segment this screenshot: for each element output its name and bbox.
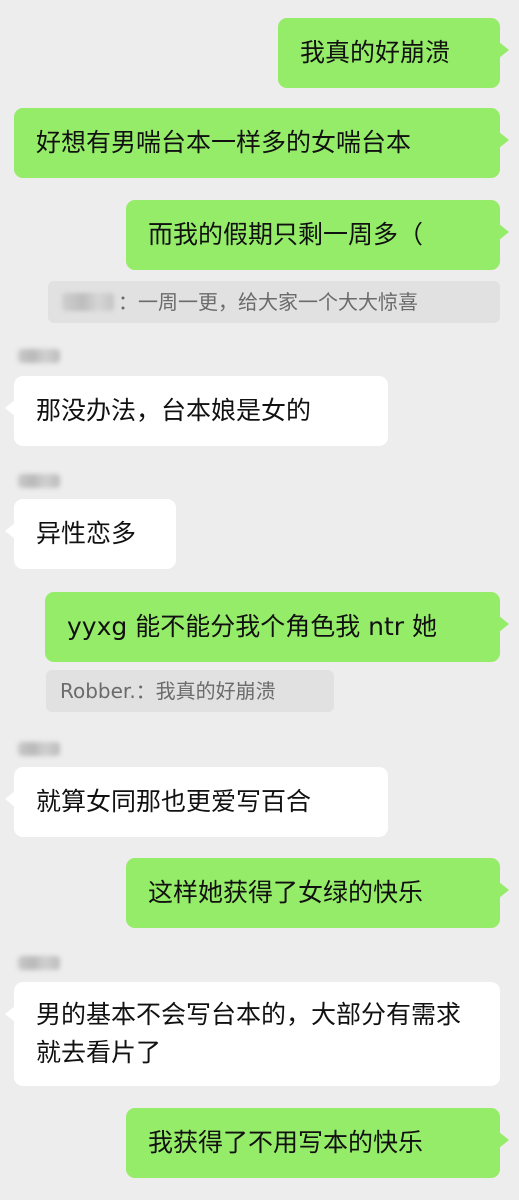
quoted-message[interactable]: Robber.：我真的好崩溃 [46, 670, 334, 712]
quoted-text: Robber.：我真的好崩溃 [60, 679, 276, 703]
message-bubble-outgoing[interactable]: yyxg 能不能分我个角色我 ntr 她 [45, 592, 509, 662]
sender-name-redacted [18, 474, 60, 488]
quoted-message[interactable]: ：一周一更，给大家一个大大惊喜 [48, 281, 500, 323]
message-text: 男的基本不会写台本的，大部分有需求就去看片了 [36, 1000, 462, 1067]
message-text: 就算女同那也更爱写百合 [36, 787, 312, 816]
message-bubble-incoming[interactable]: 异性恋多 [5, 499, 176, 569]
message-text: 我真的好崩溃 [300, 38, 451, 67]
message-text: 好想有男喘台本一样多的女喘台本 [36, 128, 412, 157]
message-bubble-incoming[interactable]: 男的基本不会写台本的，大部分有需求就去看片了 [5, 982, 500, 1086]
message-text: 而我的假期只剩一周多（ [148, 220, 424, 249]
message-text: 那没办法，台本娘是女的 [36, 396, 312, 425]
message-bubble-outgoing[interactable]: 我真的好崩溃 [278, 18, 509, 88]
sender-name-redacted [18, 349, 60, 363]
message-text: 这样她获得了女绿的快乐 [148, 878, 424, 907]
message-text: 异性恋多 [36, 519, 137, 548]
message-bubble-outgoing[interactable]: 好想有男喘台本一样多的女喘台本 [14, 108, 509, 178]
message-bubble-outgoing[interactable]: 我获得了不用写本的快乐 [126, 1108, 509, 1178]
quoted-text: ：一周一更，给大家一个大大惊喜 [118, 290, 418, 314]
message-bubble-incoming[interactable]: 那没办法，台本娘是女的 [5, 376, 388, 446]
sender-name-redacted [18, 742, 60, 756]
quoted-sender-name-redacted [62, 293, 114, 311]
message-bubble-incoming[interactable]: 就算女同那也更爱写百合 [5, 767, 388, 837]
message-text: 我获得了不用写本的快乐 [148, 1128, 424, 1157]
message-bubble-outgoing[interactable]: 而我的假期只剩一周多（ [126, 200, 509, 270]
message-text: yyxg 能不能分我个角色我 ntr 她 [67, 612, 438, 641]
sender-name-redacted [18, 956, 60, 970]
message-bubble-outgoing[interactable]: 这样她获得了女绿的快乐 [126, 858, 509, 928]
